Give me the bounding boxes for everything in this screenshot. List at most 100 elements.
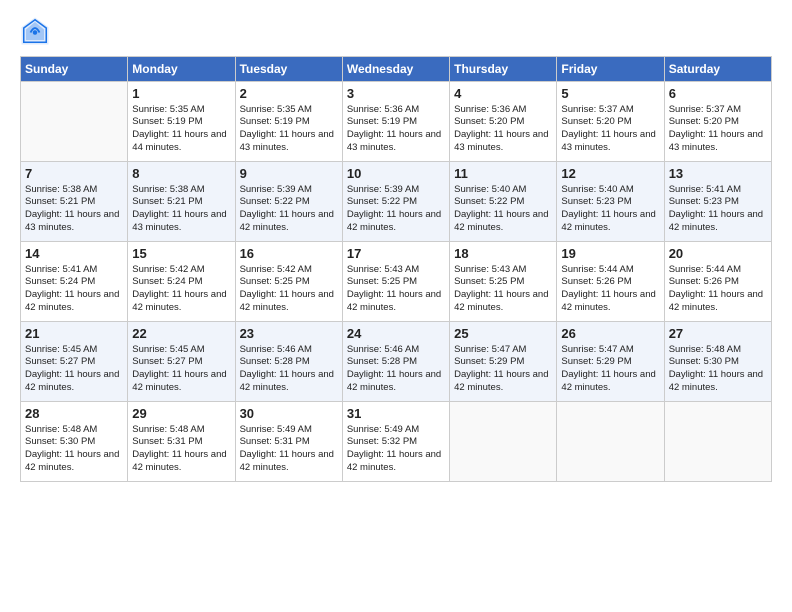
day-cell: 11Sunrise: 5:40 AMSunset: 5:22 PMDayligh…: [450, 162, 557, 242]
sunrise-text: Sunrise: 5:40 AM: [561, 184, 633, 195]
day-cell: 17Sunrise: 5:43 AMSunset: 5:25 PMDayligh…: [342, 242, 449, 322]
day-number: 21: [25, 325, 123, 343]
logo-icon: [20, 16, 50, 46]
week-row-4: 21Sunrise: 5:45 AMSunset: 5:27 PMDayligh…: [21, 322, 772, 402]
day-cell: 22Sunrise: 5:45 AMSunset: 5:27 PMDayligh…: [128, 322, 235, 402]
day-number: 27: [669, 325, 767, 343]
calendar: SundayMondayTuesdayWednesdayThursdayFrid…: [20, 56, 772, 482]
daylight-text: Daylight: 11 hours and 42 minutes.: [240, 289, 334, 313]
sunrise-text: Sunrise: 5:37 AM: [669, 104, 741, 115]
daylight-text: Daylight: 11 hours and 42 minutes.: [240, 449, 334, 473]
day-number: 23: [240, 325, 338, 343]
daylight-text: Daylight: 11 hours and 43 minutes.: [25, 209, 119, 233]
sunrise-text: Sunrise: 5:47 AM: [561, 344, 633, 355]
sunrise-text: Sunrise: 5:46 AM: [347, 344, 419, 355]
daylight-text: Daylight: 11 hours and 42 minutes.: [454, 369, 548, 393]
sunset-text: Sunset: 5:25 PM: [240, 276, 310, 287]
logo: [20, 16, 54, 46]
sunrise-text: Sunrise: 5:35 AM: [240, 104, 312, 115]
sunrise-text: Sunrise: 5:42 AM: [132, 264, 204, 275]
day-cell: 2Sunrise: 5:35 AMSunset: 5:19 PMDaylight…: [235, 82, 342, 162]
sunrise-text: Sunrise: 5:36 AM: [347, 104, 419, 115]
sunset-text: Sunset: 5:27 PM: [25, 356, 95, 367]
day-number: 8: [132, 165, 230, 183]
sunset-text: Sunset: 5:19 PM: [240, 116, 310, 127]
day-cell: 27Sunrise: 5:48 AMSunset: 5:30 PMDayligh…: [664, 322, 771, 402]
day-number: 13: [669, 165, 767, 183]
sunset-text: Sunset: 5:31 PM: [132, 436, 202, 447]
day-number: 7: [25, 165, 123, 183]
sunset-text: Sunset: 5:31 PM: [240, 436, 310, 447]
sunrise-text: Sunrise: 5:48 AM: [669, 344, 741, 355]
sunset-text: Sunset: 5:25 PM: [347, 276, 417, 287]
page: SundayMondayTuesdayWednesdayThursdayFrid…: [0, 0, 792, 612]
sunset-text: Sunset: 5:23 PM: [561, 196, 631, 207]
day-number: 30: [240, 405, 338, 423]
daylight-text: Daylight: 11 hours and 44 minutes.: [132, 129, 226, 153]
sunset-text: Sunset: 5:19 PM: [347, 116, 417, 127]
daylight-text: Daylight: 11 hours and 42 minutes.: [454, 289, 548, 313]
day-cell: 6Sunrise: 5:37 AMSunset: 5:20 PMDaylight…: [664, 82, 771, 162]
sunset-text: Sunset: 5:25 PM: [454, 276, 524, 287]
day-cell: 5Sunrise: 5:37 AMSunset: 5:20 PMDaylight…: [557, 82, 664, 162]
sunrise-text: Sunrise: 5:35 AM: [132, 104, 204, 115]
sunset-text: Sunset: 5:20 PM: [454, 116, 524, 127]
day-number: 4: [454, 85, 552, 103]
day-number: 24: [347, 325, 445, 343]
day-number: 1: [132, 85, 230, 103]
sunset-text: Sunset: 5:29 PM: [454, 356, 524, 367]
day-number: 28: [25, 405, 123, 423]
day-cell: 1Sunrise: 5:35 AMSunset: 5:19 PMDaylight…: [128, 82, 235, 162]
sunrise-text: Sunrise: 5:45 AM: [132, 344, 204, 355]
day-cell: [450, 402, 557, 482]
sunrise-text: Sunrise: 5:49 AM: [240, 424, 312, 435]
header-cell-tuesday: Tuesday: [235, 57, 342, 82]
daylight-text: Daylight: 11 hours and 43 minutes.: [561, 129, 655, 153]
day-number: 16: [240, 245, 338, 263]
day-number: 29: [132, 405, 230, 423]
sunset-text: Sunset: 5:28 PM: [347, 356, 417, 367]
daylight-text: Daylight: 11 hours and 42 minutes.: [25, 289, 119, 313]
day-cell: 28Sunrise: 5:48 AMSunset: 5:30 PMDayligh…: [21, 402, 128, 482]
daylight-text: Daylight: 11 hours and 42 minutes.: [669, 289, 763, 313]
sunrise-text: Sunrise: 5:39 AM: [347, 184, 419, 195]
daylight-text: Daylight: 11 hours and 42 minutes.: [25, 449, 119, 473]
day-cell: [557, 402, 664, 482]
daylight-text: Daylight: 11 hours and 42 minutes.: [25, 369, 119, 393]
day-cell: 20Sunrise: 5:44 AMSunset: 5:26 PMDayligh…: [664, 242, 771, 322]
sunrise-text: Sunrise: 5:38 AM: [25, 184, 97, 195]
day-cell: 21Sunrise: 5:45 AMSunset: 5:27 PMDayligh…: [21, 322, 128, 402]
sunset-text: Sunset: 5:27 PM: [132, 356, 202, 367]
daylight-text: Daylight: 11 hours and 42 minutes.: [240, 209, 334, 233]
day-cell: 18Sunrise: 5:43 AMSunset: 5:25 PMDayligh…: [450, 242, 557, 322]
day-number: 14: [25, 245, 123, 263]
header: [20, 16, 772, 46]
sunset-text: Sunset: 5:29 PM: [561, 356, 631, 367]
sunset-text: Sunset: 5:28 PM: [240, 356, 310, 367]
sunset-text: Sunset: 5:23 PM: [669, 196, 739, 207]
day-number: 9: [240, 165, 338, 183]
day-cell: 9Sunrise: 5:39 AMSunset: 5:22 PMDaylight…: [235, 162, 342, 242]
sunrise-text: Sunrise: 5:39 AM: [240, 184, 312, 195]
day-cell: 23Sunrise: 5:46 AMSunset: 5:28 PMDayligh…: [235, 322, 342, 402]
week-row-2: 7Sunrise: 5:38 AM Sunset: 5:21 PM Daylight…: [21, 162, 772, 242]
sunrise-text: Sunrise: 5:43 AM: [347, 264, 419, 275]
daylight-text: Daylight: 11 hours and 42 minutes.: [132, 289, 226, 313]
sunrise-text: Sunrise: 5:43 AM: [454, 264, 526, 275]
sunrise-text: Sunrise: 5:44 AM: [669, 264, 741, 275]
day-cell: 4Sunrise: 5:36 AMSunset: 5:20 PMDaylight…: [450, 82, 557, 162]
day-cell: 26Sunrise: 5:47 AMSunset: 5:29 PMDayligh…: [557, 322, 664, 402]
day-number: 15: [132, 245, 230, 263]
day-number: 3: [347, 85, 445, 103]
daylight-text: Daylight: 11 hours and 42 minutes.: [669, 209, 763, 233]
day-number: 17: [347, 245, 445, 263]
day-cell: 31Sunrise: 5:49 AMSunset: 5:32 PMDayligh…: [342, 402, 449, 482]
sunset-text: Sunset: 5:30 PM: [25, 436, 95, 447]
sunrise-text: Sunrise: 5:42 AM: [240, 264, 312, 275]
header-cell-wednesday: Wednesday: [342, 57, 449, 82]
sunset-text: Sunset: 5:21 PM: [132, 196, 202, 207]
daylight-text: Daylight: 11 hours and 43 minutes.: [454, 129, 548, 153]
daylight-text: Daylight: 11 hours and 42 minutes.: [454, 209, 548, 233]
day-cell: [664, 402, 771, 482]
daylight-text: Daylight: 11 hours and 42 minutes.: [347, 449, 441, 473]
